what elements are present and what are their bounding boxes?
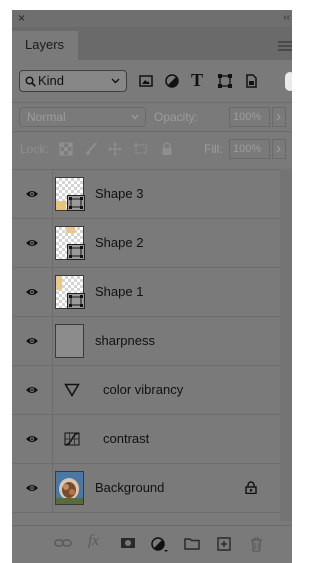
opacity-slider-button[interactable] [272,107,286,127]
layer-row[interactable]: Shape 3 [12,170,280,219]
collapse-panel-button[interactable]: ‹‹ [283,11,290,25]
fill-slider-button[interactable] [272,139,286,159]
adjustment-icon[interactable] [151,537,168,552]
chevron-right-icon [276,145,281,153]
artboard-lock-icon[interactable] [134,142,148,156]
layer-name: Shape 3 [95,186,144,201]
eye-icon[interactable] [25,189,39,199]
layer-row[interactable]: sharpness [12,317,280,366]
new-layer-icon[interactable] [217,537,231,551]
opacity-label: Opacity: [154,110,199,124]
vector-mask-icon [67,293,85,309]
search-icon [25,76,36,87]
pixel-layer-filter-icon[interactable] [138,73,154,89]
layer-row[interactable]: contrast [12,415,280,464]
layer-name: Background [95,480,165,495]
visibility-cell[interactable] [12,464,53,512]
eye-icon[interactable] [25,336,39,346]
fill-label: Fill: [204,142,223,156]
eye-icon[interactable] [25,238,39,248]
layers-list: Shape 3 Shape 2 Shape 1 sharpness color … [12,169,280,522]
close-panel-button[interactable]: × [18,11,25,25]
layer-name: Shape 1 [95,284,144,299]
smart-object-filter-icon[interactable] [243,73,259,89]
lock-icon [245,481,257,494]
visibility-cell[interactable] [12,170,53,218]
blend-row: Normal Opacity: 100% [12,102,292,132]
visibility-cell[interactable] [12,317,53,365]
lock-row: Lock: Fill: 100% [12,133,292,163]
chevron-down-icon [131,114,139,120]
panel-tab-row: Layers [12,27,292,60]
filter-kind-label: Kind [38,73,65,88]
layer-filter-row: Kind T [12,65,292,97]
eye-icon[interactable] [25,434,39,444]
filter-kind-select[interactable]: Kind [19,70,127,92]
brush-icon[interactable] [84,142,98,156]
background-thumbnail [55,471,84,505]
opacity-input[interactable]: 100% [229,107,270,127]
blend-mode-select[interactable]: Normal [19,107,146,127]
chevron-down-icon [111,78,120,84]
visibility-cell[interactable] [12,219,53,267]
layers-bottom-toolbar: fx [12,525,292,563]
eye-icon[interactable] [25,385,39,395]
blend-mode-value: Normal [27,110,66,124]
chevron-right-icon [276,113,281,121]
trash-icon[interactable] [250,537,263,552]
mask-icon[interactable] [120,537,136,549]
triangle-down-icon [64,383,80,397]
panel-menu-icon[interactable] [278,41,292,51]
layer-name: Shape 2 [95,235,144,250]
visibility-cell[interactable] [12,415,53,463]
move-icon[interactable] [108,142,122,156]
fill-input[interactable]: 100% [229,139,270,159]
vector-mask-icon [67,195,85,211]
eye-icon[interactable] [25,483,39,493]
layer-thumbnail [55,324,84,358]
filter-toggle-switch[interactable] [285,72,292,91]
layer-row[interactable]: Shape 2 [12,219,280,268]
shape-layer-filter-icon[interactable] [217,73,233,89]
lock-transparent-pixels-icon[interactable] [59,142,73,156]
visibility-cell[interactable] [12,366,53,414]
adjustment-layer-filter-icon[interactable] [164,73,180,89]
panel-title-bar: × ‹‹ [12,10,292,27]
link-icon[interactable] [54,537,72,549]
lock-icon[interactable] [160,142,174,156]
curves-icon [64,432,80,446]
lock-label: Lock: [20,142,49,156]
layer-name: sharpness [95,333,155,348]
vector-mask-icon [67,244,85,260]
layer-row[interactable]: Background [12,464,280,513]
eye-icon[interactable] [25,287,39,297]
layer-row[interactable]: color vibrancy [12,366,280,415]
layer-row[interactable]: Shape 1 [12,268,280,317]
layer-name: color vibrancy [103,382,184,397]
folder-icon[interactable] [184,537,200,550]
layers-scrollbar[interactable] [280,169,292,521]
layers-panel: × ‹‹ Layers Kind T Normal Opacity: 100% … [12,10,292,563]
layer-name: contrast [103,431,150,446]
type-layer-filter-icon[interactable]: T [191,70,203,91]
fx-icon[interactable]: fx [88,533,99,550]
visibility-cell[interactable] [12,268,53,316]
tab-layers[interactable]: Layers [12,31,78,60]
